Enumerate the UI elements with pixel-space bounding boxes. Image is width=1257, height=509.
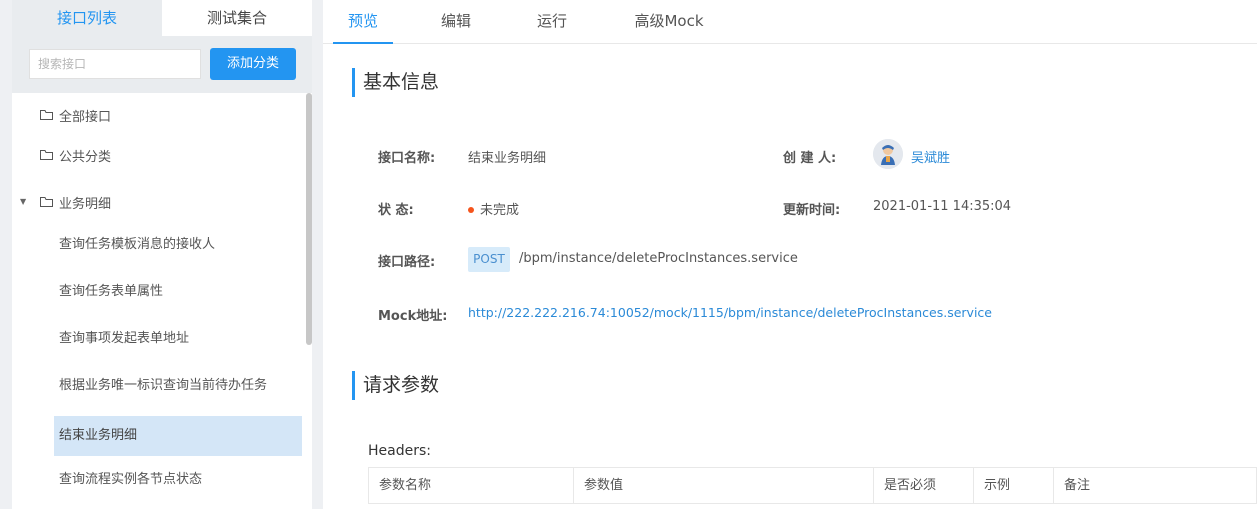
list-item[interactable]: 根据业务唯一标识查询当前待办任务 <box>54 366 302 406</box>
updated-time-label: 更新时间: <box>783 203 841 218</box>
column-header: 是否必须 <box>874 468 974 504</box>
list-item[interactable]: 查询事项发起表单地址 <box>54 319 302 359</box>
folder-icon <box>40 150 53 160</box>
path-label: 接口路径: <box>378 255 436 270</box>
search-bar: 添加分类 <box>12 36 312 93</box>
list-item-selected[interactable]: 结束业务明细 <box>54 416 302 456</box>
path-value: /bpm/instance/deleteProcInstances.servic… <box>519 251 798 266</box>
left-panel: 接口列表 测试集合 添加分类 全部接口 公共分类 ▼ 业务明细 查询任务模板消 <box>12 0 312 509</box>
avatar[interactable] <box>873 139 903 169</box>
tab-interface-list[interactable]: 接口列表 <box>12 0 162 36</box>
status-label: 状 态: <box>378 203 414 218</box>
caret-down-icon[interactable]: ▼ <box>20 197 26 206</box>
tab-test-collection[interactable]: 测试集合 <box>162 0 312 36</box>
folder-item-public[interactable]: 公共分类 <box>40 135 111 175</box>
folder-icon <box>40 110 53 120</box>
mock-url-label: Mock地址: <box>378 309 448 324</box>
list-item[interactable]: 查询任务模板消息的接收人 <box>54 225 302 265</box>
folder-icon <box>40 197 53 207</box>
column-header: 备注 <box>1064 478 1091 493</box>
interface-name-value: 结束业务明细 <box>468 151 547 166</box>
tab-preview[interactable]: 预览 <box>333 0 393 44</box>
column-header: 参数名称 <box>369 468 574 504</box>
mock-url-link[interactable]: http://222.222.216.74:10052/mock/1115/bp… <box>468 305 992 320</box>
folder-label: 业务明细 <box>59 196 112 212</box>
add-category-button[interactable]: 添加分类 <box>210 48 296 80</box>
column-header: 示例 <box>974 468 1054 504</box>
top-tabs: 预览 编辑 运行 高级Mock <box>323 0 1257 44</box>
headers-table: 参数名称 参数值 是否必须 示例 备注 <box>368 467 1257 504</box>
folder-label: 公共分类 <box>59 149 112 165</box>
main-panel: 预览 编辑 运行 高级Mock 基本信息 接口名称: 结束业务明细 创 建 人:… <box>323 0 1257 509</box>
interface-name-label: 接口名称: <box>378 151 436 166</box>
table-header-row: 参数名称 参数值 是否必须 示例 备注 <box>369 468 1256 504</box>
folder-label: 全部接口 <box>59 109 112 125</box>
status-text: 未完成 <box>480 203 520 218</box>
folder-item-all[interactable]: 全部接口 <box>40 95 111 135</box>
updated-time-value: 2021-01-11 14:35:04 <box>873 199 1012 214</box>
status-badge: 未完成 <box>468 199 519 218</box>
list-item[interactable]: 查询流程实例各节点状态 <box>54 460 302 500</box>
tree-scrollbar[interactable] <box>306 93 312 345</box>
creator-link[interactable]: 吴斌胜 <box>911 147 950 166</box>
folder-item-business[interactable]: 业务明细 <box>40 182 111 222</box>
interface-tree: 全部接口 公共分类 ▼ 业务明细 查询任务模板消息的接收人 查询任务表单属性 查… <box>12 93 312 509</box>
tab-run[interactable]: 运行 <box>522 0 582 44</box>
creator-label: 创 建 人: <box>783 151 837 166</box>
list-item[interactable]: 查询任务表单属性 <box>54 272 302 312</box>
search-input[interactable] <box>29 49 201 79</box>
headers-label: Headers: <box>368 443 431 459</box>
left-tabs: 接口列表 测试集合 <box>12 0 312 36</box>
section-title-request-params: 请求参数 <box>352 371 439 400</box>
tab-advanced-mock[interactable]: 高级Mock <box>624 0 714 44</box>
status-dot-icon <box>468 206 474 213</box>
method-badge: POST <box>468 247 510 272</box>
section-title-basic-info: 基本信息 <box>352 68 439 97</box>
tab-edit[interactable]: 编辑 <box>426 0 486 44</box>
column-header: 参数值 <box>574 468 874 504</box>
